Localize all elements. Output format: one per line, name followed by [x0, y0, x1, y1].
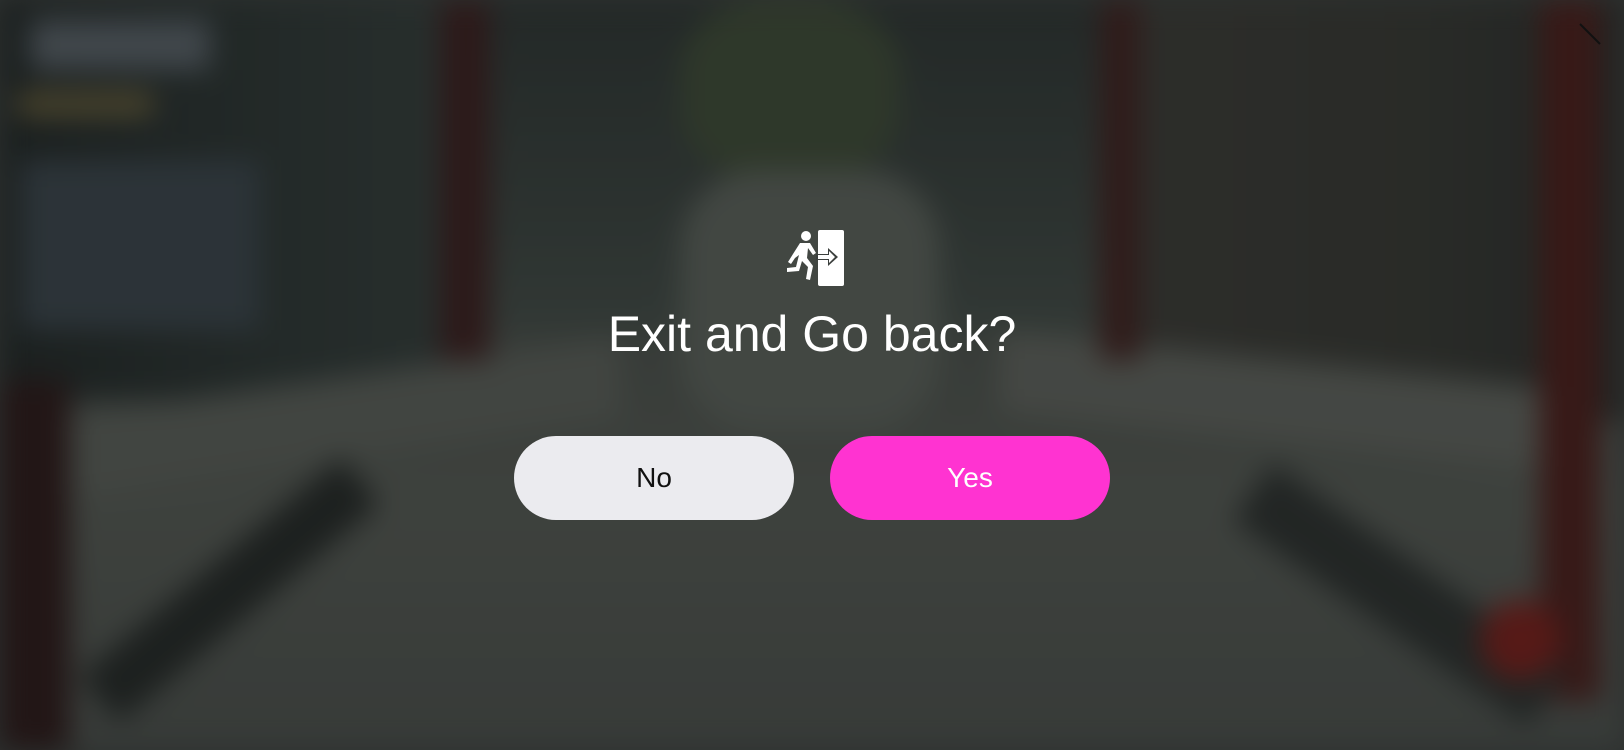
yes-button[interactable]: Yes [830, 436, 1110, 520]
dialog-title: Exit and Go back? [607, 306, 1017, 362]
exit-confirm-dialog: Exit and Go back? No Yes [0, 0, 1624, 750]
exit-running-person-icon [787, 230, 844, 286]
game-screen: Exit and Go back? No Yes [0, 0, 1624, 750]
no-button[interactable]: No [514, 436, 794, 520]
